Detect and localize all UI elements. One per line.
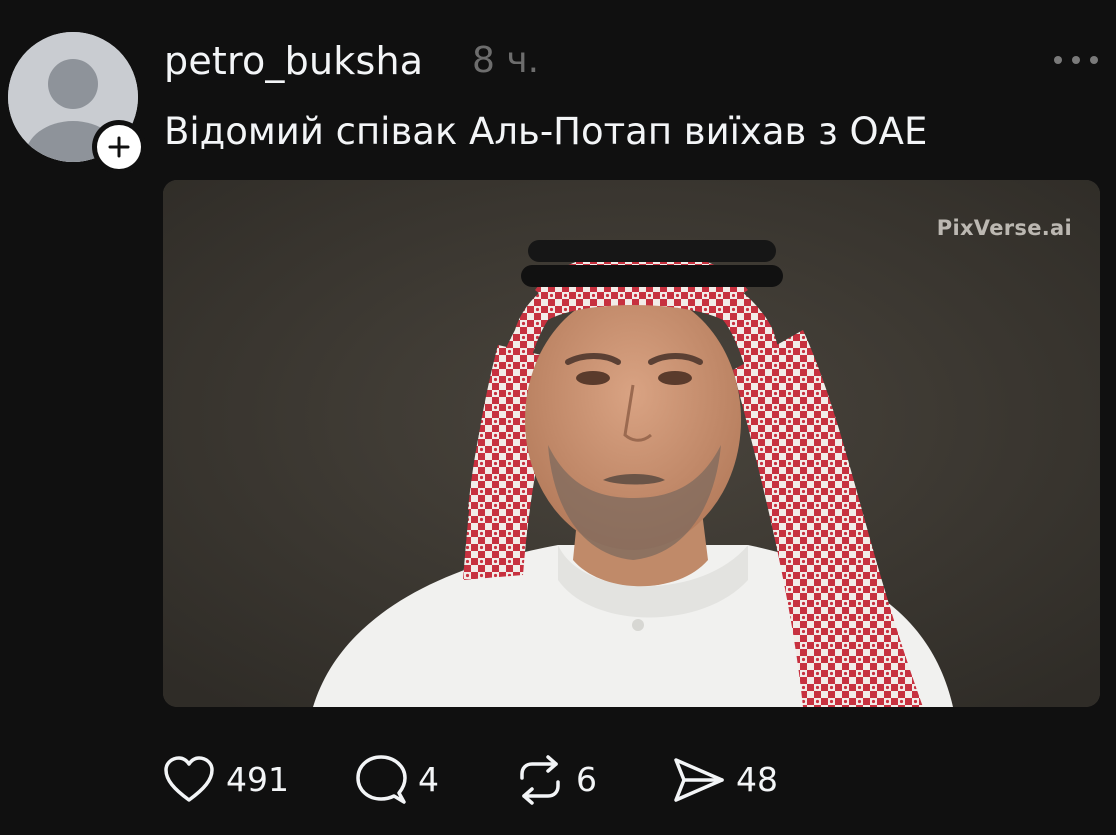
post-timestamp: 8 ч. (472, 40, 540, 81)
media-watermark: PixVerse.ai (936, 216, 1072, 240)
plus-icon (108, 136, 130, 158)
share-count: 48 (736, 760, 778, 799)
repost-count: 6 (576, 760, 597, 799)
post-text: Відомий співак Аль-Потап виїхав з ОАЕ (164, 110, 928, 153)
more-dot (1072, 56, 1080, 64)
portrait-illustration (163, 180, 1100, 707)
follow-button[interactable] (92, 120, 146, 174)
comment-count: 4 (418, 760, 439, 799)
share-button[interactable]: 48 (672, 752, 778, 808)
more-options-button[interactable] (1054, 50, 1098, 70)
post-image[interactable]: PixVerse.ai (163, 180, 1100, 707)
comment-bubble-icon (356, 755, 407, 804)
more-dot (1090, 56, 1098, 64)
like-count: 491 (226, 760, 289, 799)
username-link[interactable]: petro_buksha (164, 38, 423, 84)
comment-button[interactable]: 4 (354, 752, 439, 808)
like-button[interactable]: 491 (162, 752, 289, 808)
repost-icon (520, 755, 560, 805)
more-dot (1054, 56, 1062, 64)
repost-button[interactable]: 6 (514, 752, 597, 808)
heart-icon (164, 756, 214, 802)
send-icon (674, 758, 724, 802)
